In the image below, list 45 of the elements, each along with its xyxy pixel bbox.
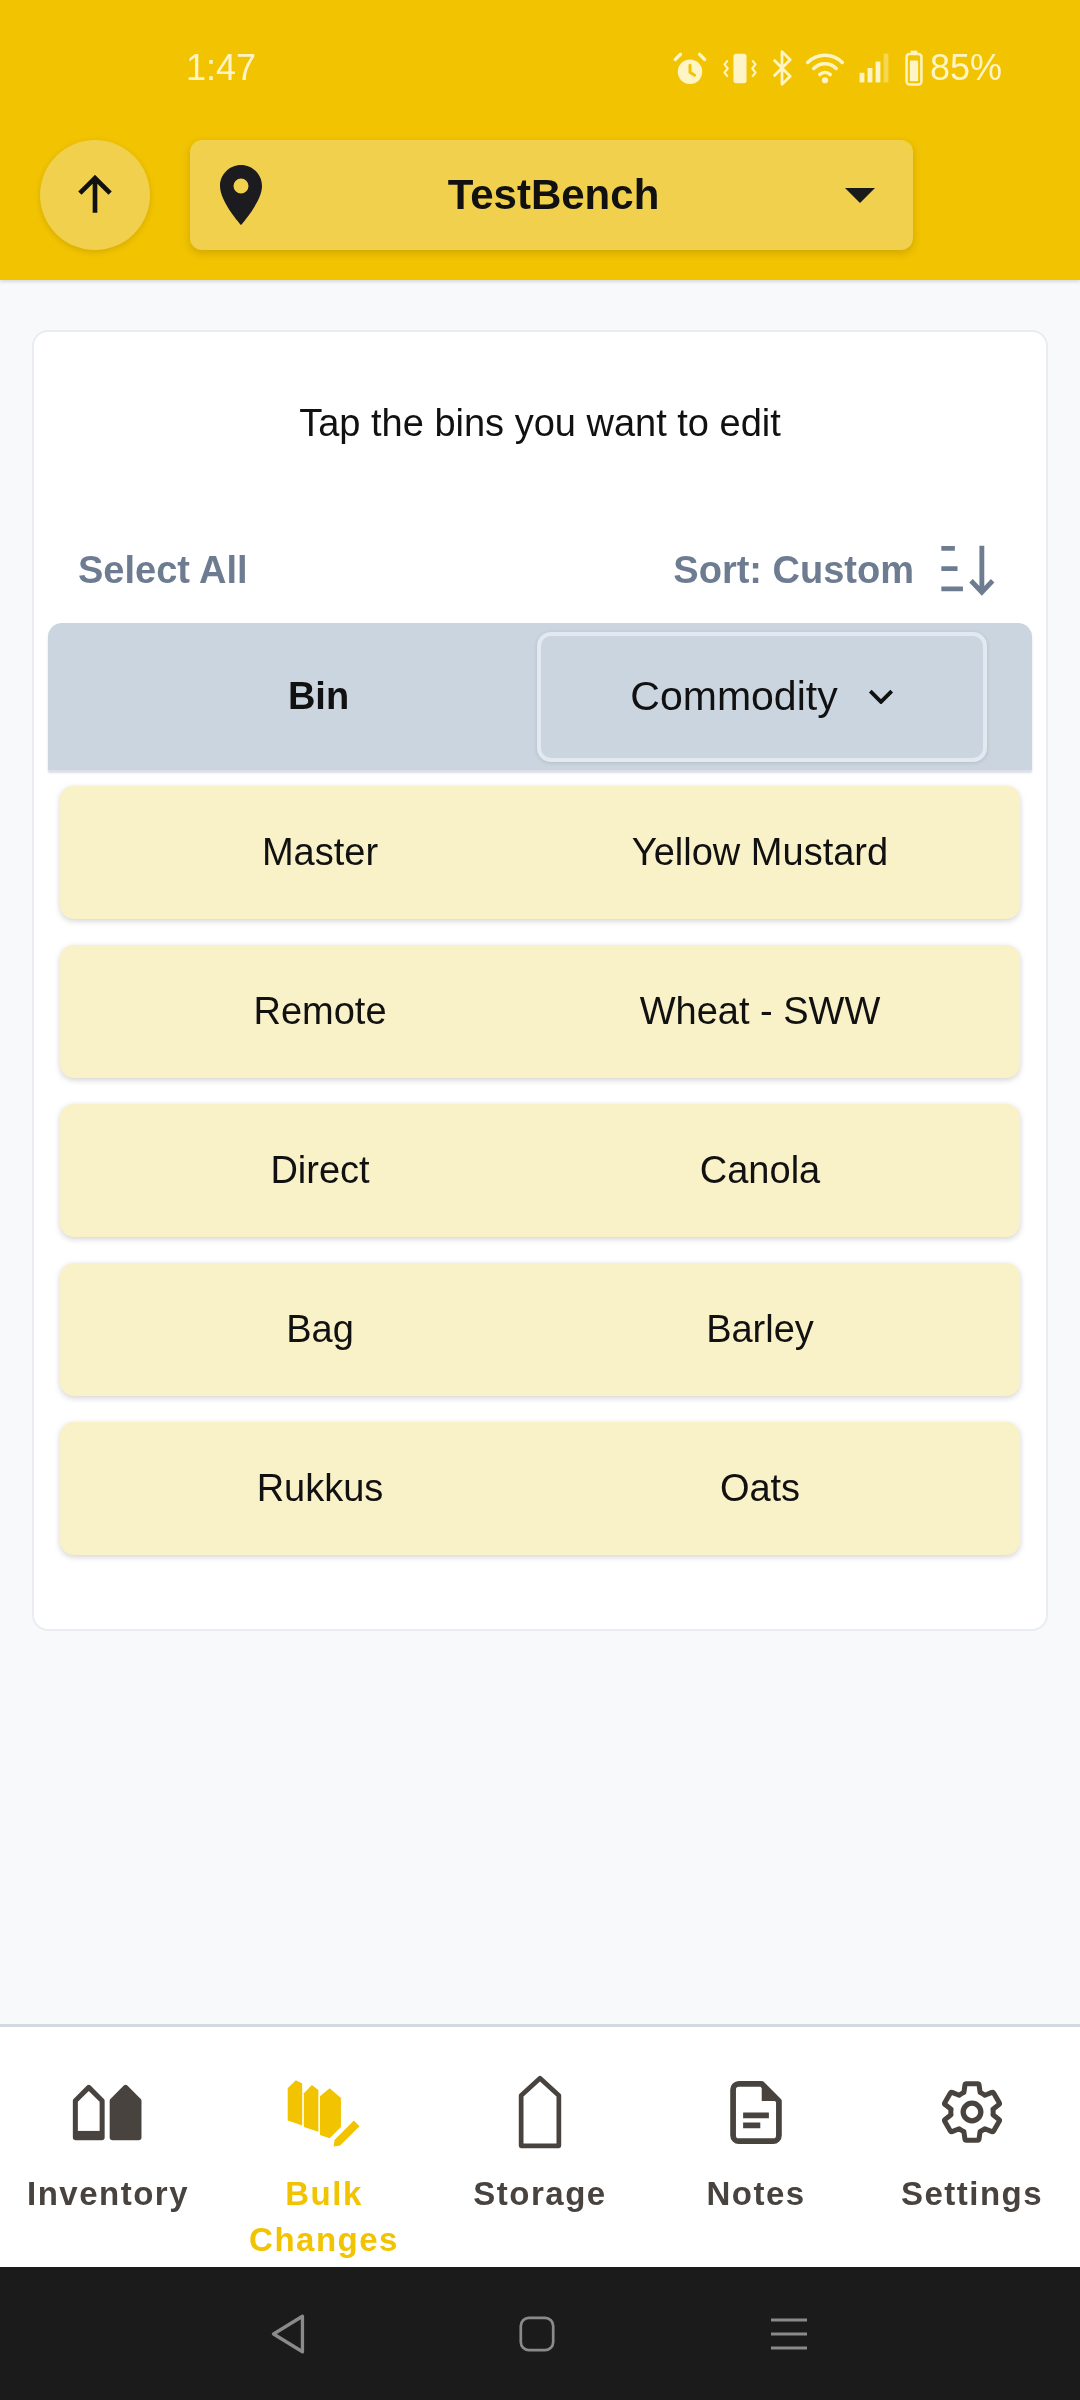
column-dropdown[interactable]: Commodity	[537, 631, 987, 762]
menu-icon[interactable]	[769, 2317, 809, 2350]
bin-row[interactable]: Master Yellow Mustard	[60, 786, 1020, 919]
wifi-icon	[805, 51, 844, 85]
bin-row[interactable]: Remote Wheat - SWW	[60, 945, 1020, 1078]
table-cell-text: Wheat - SWW	[638, 990, 882, 1033]
battery-icon	[903, 49, 924, 87]
settings-icon	[942, 2080, 1002, 2144]
bluetooth-icon	[771, 50, 792, 86]
nav-tab[interactable]: Settings	[864, 2027, 1080, 2267]
nav-tab[interactable]: Notes	[648, 2027, 864, 2267]
table-cell-text: Master	[260, 831, 380, 874]
bin-icon	[518, 2075, 562, 2149]
battery-percentage: 85%	[929, 47, 1002, 89]
chevron-down-icon	[867, 689, 894, 704]
sort-icon	[938, 543, 996, 597]
select-all-link[interactable]: Select All	[78, 548, 248, 592]
vibrate-icon	[721, 51, 758, 85]
instruction-text: Tap the bins you want to edit	[298, 401, 782, 446]
document-icon	[730, 2080, 782, 2144]
table-cell-text: Yellow Mustard	[630, 831, 890, 874]
alarm-icon	[671, 50, 708, 86]
table-cell-text: Remote	[252, 990, 388, 1033]
table-cell-text: Oats	[718, 1467, 802, 1510]
table-cell-text: Rukkus	[255, 1467, 385, 1510]
nav-tab[interactable]: Storage	[432, 2027, 648, 2267]
column-header: Bin	[286, 675, 351, 718]
table-cell-text: Bag	[285, 1308, 355, 1351]
bin-row[interactable]: Rukkus Oats	[60, 1422, 1020, 1555]
bin-row[interactable]: Bag Barley	[60, 1263, 1020, 1396]
status-time: 1:47	[186, 47, 257, 89]
table-cell-text: Barley	[705, 1308, 815, 1351]
bin-row[interactable]: Direct Canola	[60, 1104, 1020, 1237]
sort-button[interactable]: Sort: Custom	[673, 543, 996, 597]
table-cell-text: Direct	[269, 1149, 371, 1192]
nav-tab[interactable]: Inventory	[0, 2027, 216, 2267]
location-dropdown[interactable]: TestBench	[190, 140, 913, 250]
arrow-up-icon	[77, 175, 113, 215]
table-cell-text: Canola	[698, 1149, 822, 1192]
back-icon[interactable]	[271, 2313, 305, 2354]
two-bins-icon	[72, 2083, 144, 2141]
signal-icon	[857, 52, 890, 84]
caret-down-icon	[845, 187, 875, 203]
location-pin-icon	[220, 165, 262, 225]
home-icon[interactable]	[519, 2315, 555, 2352]
